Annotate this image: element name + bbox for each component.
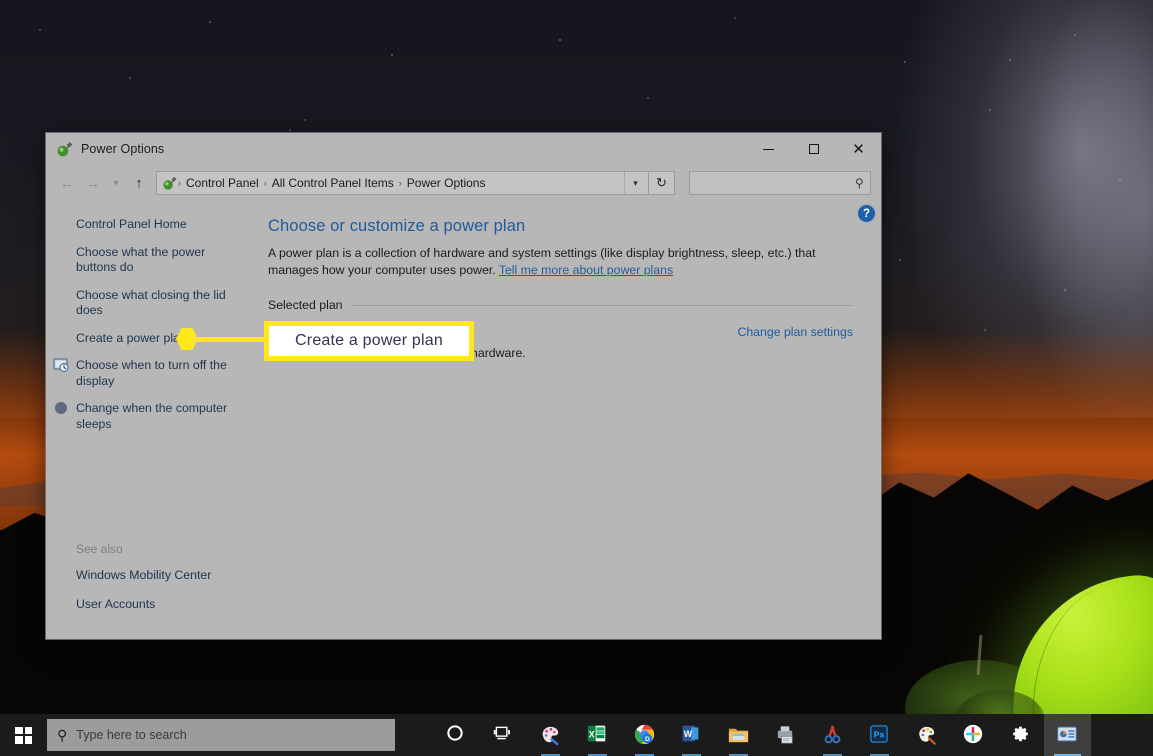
- printer-icon[interactable]: [762, 714, 809, 756]
- settings-icon[interactable]: [997, 714, 1044, 756]
- address-bar[interactable]: › Control Panel › All Control Panel Item…: [156, 171, 649, 195]
- sidebar-item-label: Change when the computer sleeps: [76, 401, 228, 431]
- sidebar: Control Panel Home Choose what the power…: [46, 201, 268, 639]
- breadcrumb-control-panel[interactable]: Control Panel: [182, 176, 263, 190]
- callout-text: Create a power plan: [295, 332, 443, 349]
- explorer-search-box[interactable]: ⚲: [689, 171, 871, 195]
- word-glyph: W: [680, 723, 704, 747]
- sidebar-item-closing-lid[interactable]: Choose what closing the lid does: [46, 286, 268, 321]
- maximize-icon: [808, 144, 819, 154]
- forward-arrow-icon[interactable]: →: [80, 170, 106, 196]
- search-input[interactable]: [696, 177, 856, 189]
- sidebar-item-control-panel-home[interactable]: Control Panel Home: [46, 215, 268, 235]
- sidebar-item-label: Create a power plan: [76, 330, 187, 345]
- close-button[interactable]: ✕: [836, 133, 881, 165]
- paint-3d-icon[interactable]: [527, 714, 574, 756]
- sidebar-item-label: Windows Mobility Center: [76, 568, 212, 582]
- taskbar-items: X D W Ps: [433, 714, 1091, 756]
- monitor-clock-icon: [53, 357, 69, 373]
- sidebar-item-windows-mobility-center[interactable]: Windows Mobility Center: [76, 566, 268, 586]
- power-plug-icon: [56, 141, 73, 158]
- sidebar-item-label: Choose when to turn off the display: [76, 358, 227, 388]
- window-titlebar[interactable]: Power Options ✕: [46, 133, 881, 165]
- cortana-circle: [445, 723, 469, 747]
- sidebar-item-label: Control Panel Home: [76, 217, 187, 231]
- svg-text:X: X: [588, 729, 594, 739]
- search-icon: ⚲: [57, 726, 68, 743]
- sidebar-item-label: User Accounts: [76, 596, 156, 611]
- minimize-icon: [763, 148, 774, 150]
- scissors-glyph: [821, 723, 845, 747]
- callout-connector-line: [192, 337, 274, 342]
- search-icon: ⚲: [855, 176, 864, 190]
- svg-text:D: D: [644, 736, 649, 743]
- photoshop-glyph: Ps: [868, 723, 892, 747]
- minimize-button[interactable]: [746, 133, 791, 165]
- breadcrumb-all-control-panel-items[interactable]: All Control Panel Items: [268, 176, 398, 190]
- main-content: Choose or customize a power plan A power…: [268, 201, 881, 639]
- paint-icon[interactable]: [903, 714, 950, 756]
- selected-plan-group-header: Selected plan: [268, 298, 853, 312]
- navigation-bar: ← → ▾ ↑ › Control Panel › All Control Pa…: [46, 165, 881, 201]
- gear-glyph: [1009, 723, 1033, 747]
- moon-icon: [53, 400, 69, 416]
- snipping-tool-icon[interactable]: [809, 714, 856, 756]
- help-button[interactable]: ?: [858, 205, 875, 222]
- breadcrumb-power-plug-icon: [162, 176, 177, 191]
- sidebar-item-power-buttons[interactable]: Choose what the power buttons do: [46, 243, 268, 278]
- power-options-window: Power Options ✕ ← → ▾ ↑ › Control Panel …: [46, 133, 881, 639]
- window-controls: ✕: [746, 133, 881, 165]
- sidebar-item-turn-off-display[interactable]: Choose when to turn off the display: [46, 356, 268, 391]
- taskbar-search-box[interactable]: ⚲: [47, 719, 395, 751]
- page-title: Choose or customize a power plan: [268, 217, 526, 235]
- folder-glyph: [727, 723, 751, 747]
- intro-paragraph: A power plan is a collection of hardware…: [268, 245, 853, 279]
- task-view-icon[interactable]: [480, 714, 527, 756]
- group-divider: [351, 304, 853, 306]
- slack-glyph: [962, 723, 986, 747]
- control-panel-icon[interactable]: [1044, 714, 1091, 756]
- cortana-icon[interactable]: [433, 714, 480, 756]
- file-explorer-icon[interactable]: [715, 714, 762, 756]
- window-body: ? Control Panel Home Choose what the pow…: [46, 201, 881, 639]
- taskbar-search-input[interactable]: [76, 728, 385, 742]
- maximize-button[interactable]: [791, 133, 836, 165]
- sidebar-item-label: Choose what the power buttons do: [76, 244, 206, 275]
- control-panel-glyph: [1056, 723, 1080, 747]
- printer-glyph: [774, 723, 798, 747]
- start-logo: [15, 726, 32, 744]
- sidebar-item-label: Choose what closing the lid does: [76, 287, 226, 318]
- windows-start-icon[interactable]: [0, 714, 47, 756]
- recent-locations-chevron-icon[interactable]: ▾: [106, 170, 126, 196]
- excel-icon[interactable]: X: [574, 714, 621, 756]
- svg-text:W: W: [683, 729, 692, 739]
- slack-icon[interactable]: [950, 714, 997, 756]
- close-icon: ✕: [852, 140, 865, 158]
- excel-glyph: X: [586, 723, 610, 747]
- svg-text:Ps: Ps: [873, 730, 884, 740]
- see-also-section: See also Windows Mobility Center User Ac…: [46, 542, 268, 623]
- taskbar: ⚲ Type here to search X D W Ps: [0, 714, 1153, 756]
- sidebar-item-computer-sleeps[interactable]: Change when the computer sleeps: [46, 399, 268, 434]
- chrome-glyph: D: [633, 723, 657, 747]
- window-title: Power Options: [81, 142, 165, 156]
- task-view-glyph: [492, 723, 516, 747]
- back-arrow-icon[interactable]: ←: [54, 170, 80, 196]
- paint-palette-glyph: [915, 723, 939, 747]
- callout-label-box: Create a power plan: [264, 321, 474, 361]
- address-dropdown-icon[interactable]: ▾: [624, 172, 646, 194]
- tell-me-more-link[interactable]: Tell me more about power plans: [499, 263, 673, 277]
- refresh-icon[interactable]: ↻: [649, 171, 675, 195]
- change-plan-settings-link[interactable]: Change plan settings: [737, 325, 853, 339]
- word-icon[interactable]: W: [668, 714, 715, 756]
- selected-plan-label: Selected plan: [268, 298, 343, 312]
- sidebar-item-user-accounts[interactable]: User Accounts: [76, 595, 268, 615]
- see-also-title: See also: [76, 542, 123, 556]
- up-arrow-icon[interactable]: ↑: [126, 170, 152, 196]
- paint-3d-glyph: [539, 723, 563, 747]
- photoshop-icon[interactable]: Ps: [856, 714, 903, 756]
- chrome-icon[interactable]: D: [621, 714, 668, 756]
- breadcrumb-power-options[interactable]: Power Options: [403, 176, 490, 190]
